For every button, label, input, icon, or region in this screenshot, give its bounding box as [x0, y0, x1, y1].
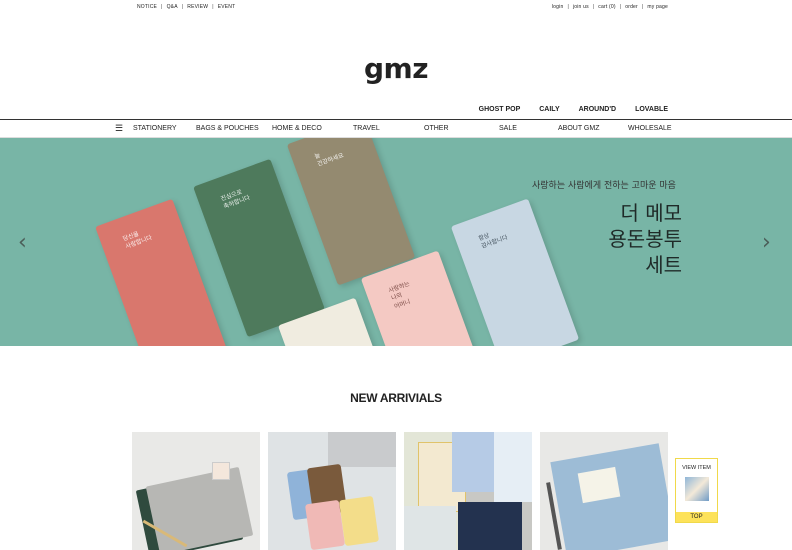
envelope-text: 진심으로 축하합니다 [219, 188, 252, 211]
envelope-text: 늘 건강하세요 [313, 152, 345, 169]
top-links-right: login | join us | cart (0) | order | my page [551, 4, 668, 10]
brand-ghost-pop[interactable]: GHOST POP [479, 106, 521, 113]
brand-caily[interactable]: CAILY [539, 106, 559, 113]
hero-title-line: 용돈봉투 [608, 227, 682, 251]
nav-sale[interactable]: SALE [499, 125, 517, 132]
brand-aroundd[interactable]: AROUND'D [579, 106, 616, 113]
main-nav: ☰ STATIONERY BAGS & POUCHES HOME & DECO … [0, 119, 792, 138]
nav-about-gmz[interactable]: ABOUT GMZ [558, 125, 599, 132]
view-item-widget: VIEW ITEM TOP [675, 458, 718, 523]
nav-travel[interactable]: TRAVEL [353, 125, 380, 132]
chevron-right-icon[interactable]: › [762, 230, 771, 255]
brand-links: GHOST POP CAILY AROUND'D LOVABLE [479, 106, 668, 113]
login-link[interactable]: login [552, 4, 564, 10]
site-logo[interactable]: gmz [0, 52, 792, 85]
top-utility-bar: NOTICE | Q&A | REVIEW | EVENT login | join u… [0, 4, 792, 14]
nav-wholesale[interactable]: WHOLESALE [628, 125, 672, 132]
product-notebook-gray[interactable] [132, 432, 260, 550]
hero-title-line: 세트 [645, 253, 682, 277]
view-item-label: VIEW ITEM [682, 465, 711, 471]
product-passport-cases[interactable] [268, 432, 396, 550]
envelope-text: 사랑하는 나의 어머니 [387, 280, 412, 311]
order-link[interactable]: order [625, 4, 638, 10]
menu-icon[interactable]: ☰ [115, 124, 123, 133]
product-blue-binder[interactable] [540, 432, 668, 550]
notice-link[interactable]: NOTICE [137, 4, 157, 10]
hero-banner[interactable]: 당신을 사랑합니다 진심으로 축하합니다 늘 건강하세요 사랑하는 나의 어머니… [0, 138, 792, 346]
hero-title: 더 메모 용돈봉투 세트 [608, 200, 682, 278]
cart-link[interactable]: cart (0) [598, 4, 615, 10]
section-title: NEW ARRIVIALS [350, 391, 448, 408]
envelope-blue: 항상 감사합니다 [450, 198, 580, 346]
product-grid [132, 432, 668, 550]
nav-stationery[interactable]: STATIONERY [133, 125, 177, 132]
event-link[interactable]: EVENT [218, 4, 236, 10]
review-link[interactable]: REVIEW [187, 4, 208, 10]
scroll-top-button[interactable]: TOP [676, 512, 717, 522]
envelope-text: 당신을 사랑합니다 [121, 230, 154, 251]
hero-subtitle: 사랑하는 사람에게 전하는 고마운 마음 [532, 181, 676, 191]
new-arrivals-heading: NEW ARRIVIALS [0, 389, 792, 408]
nav-home-deco[interactable]: HOME & DECO [272, 125, 322, 132]
hero-title-line: 더 메모 [620, 201, 682, 225]
envelope-text: 항상 감사합니다 [477, 232, 509, 251]
join-link[interactable]: join us [573, 4, 589, 10]
nav-other[interactable]: OTHER [424, 125, 449, 132]
qna-link[interactable]: Q&A [167, 4, 178, 10]
brand-lovable[interactable]: LOVABLE [635, 106, 668, 113]
top-links-left: NOTICE | Q&A | REVIEW | EVENT [137, 4, 236, 10]
chevron-left-icon[interactable]: ‹ [18, 230, 27, 255]
nav-bags-pouches[interactable]: BAGS & POUCHES [196, 125, 259, 132]
recent-item-thumbnail[interactable] [684, 477, 709, 501]
mypage-link[interactable]: my page [647, 4, 668, 10]
product-floral-notebooks[interactable] [404, 432, 532, 550]
